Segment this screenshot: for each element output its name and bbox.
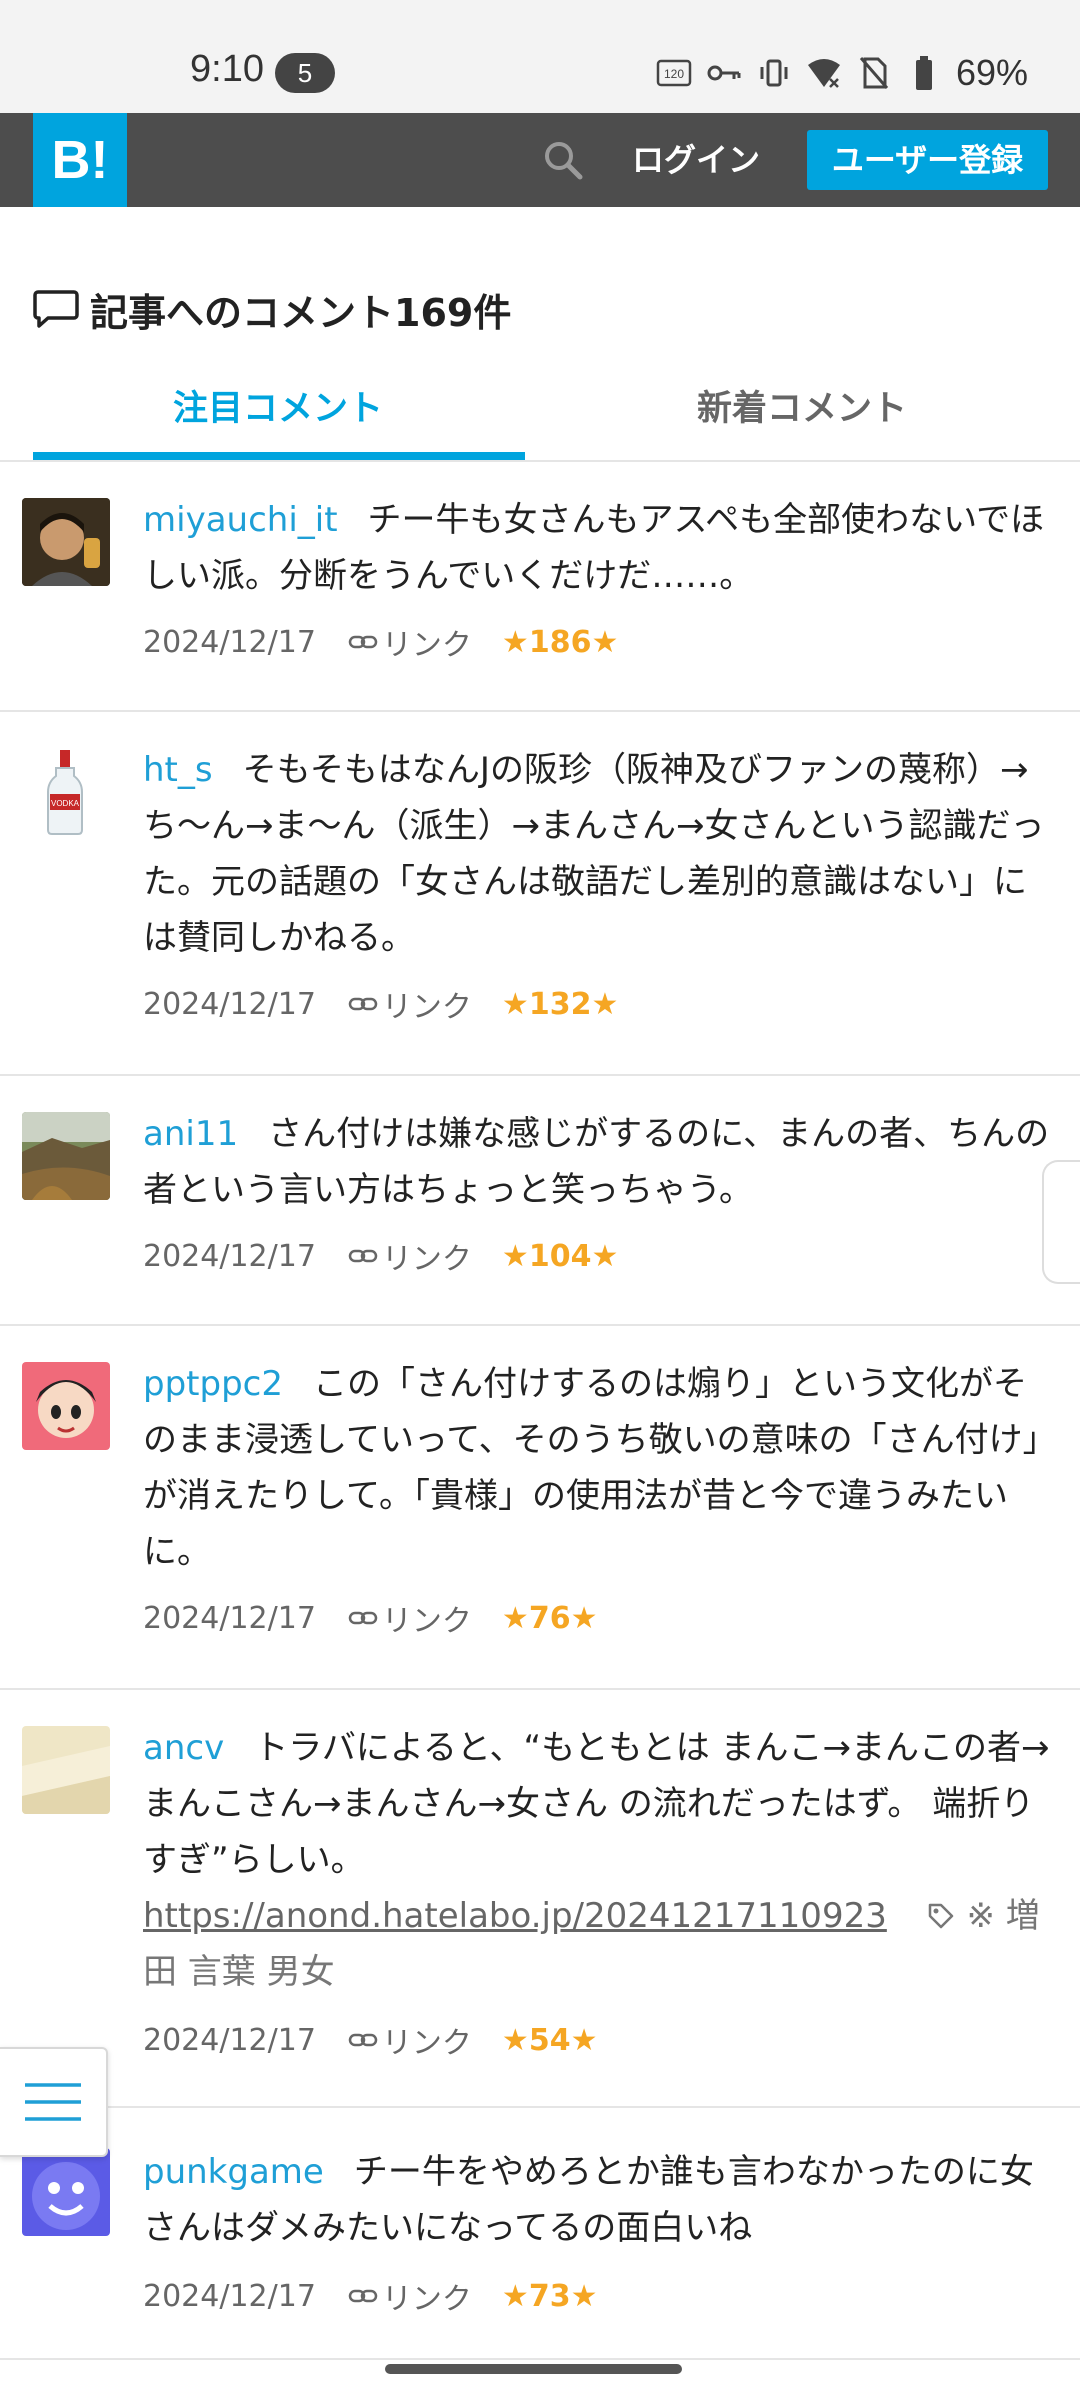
comment-username[interactable]: ht_s [143, 750, 213, 790]
comment-username[interactable]: miyauchi_it [143, 500, 338, 540]
120hz-icon: 120 [656, 55, 692, 91]
comment-text: ani11 さん付けは嫌な感じがするのに、まんの者、ちんの者という言い方はちょっと… [143, 1106, 1058, 1218]
tab-new-comments[interactable]: 新着コメント [697, 380, 907, 431]
avatar[interactable] [22, 1112, 110, 1200]
hamburger-icon [0, 2083, 106, 2159]
status-icons: 120 69% [656, 52, 1028, 94]
comment-item: pptppc2 この「さん付けするのは煽り」という文化がそのまま浸透していって、そ… [0, 1326, 1080, 1690]
comment-date[interactable]: 2024/12/17 [143, 1601, 316, 1636]
comment-date[interactable]: 2024/12/17 [143, 987, 316, 1022]
hamburger-menu-button[interactable] [0, 2047, 108, 2157]
star-count[interactable]: ★73★ [502, 2279, 598, 2314]
register-button[interactable]: ユーザー登録 [807, 130, 1048, 190]
comment-username[interactable]: ancv [143, 1728, 224, 1768]
hatena-bookmark-logo[interactable]: B! [33, 113, 127, 207]
comment-body: さん付けは嫌な感じがするのに、まんの者、ちんの者という言い方はちょっと笑っちゃう… [143, 1114, 1050, 1210]
link-label: リンク [381, 990, 472, 1025]
comment-text: miyauchi_it チー牛も女さんもアスペも全部使わないでほしい派。分断をうん… [143, 492, 1058, 604]
notification-count-badge: 5 [275, 53, 335, 93]
star-count[interactable]: ★54★ [502, 2023, 598, 2058]
comment-date[interactable]: 2024/12/17 [143, 1239, 316, 1274]
link-icon [348, 987, 378, 1022]
avatar[interactable] [22, 2148, 110, 2236]
comment-meta: 2024/12/17 リンク ★73★ [143, 2274, 597, 2318]
comment-text: ht_s そもそもはなんJの阪珍（阪神及びファンの蔑称）→ち〜ん→ま〜ん（派生）→… [143, 742, 1058, 966]
avatar[interactable] [22, 498, 110, 586]
star-count[interactable]: ★76★ [502, 1601, 598, 1636]
comment-permalink[interactable]: リンク [348, 2018, 472, 2062]
battery-icon [906, 55, 942, 91]
tab-featured-comments[interactable]: 注目コメント [173, 380, 383, 431]
avatar[interactable]: VODKA [22, 748, 110, 836]
svg-text:120: 120 [664, 67, 684, 81]
avatar[interactable] [22, 1362, 110, 1450]
link-label: リンク [381, 2026, 472, 2061]
comment-url[interactable]: https://anond.hatelabo.jp/20241217110923 [143, 1896, 887, 1936]
comment-permalink[interactable]: リンク [348, 1234, 472, 1278]
comment-text: punkgame チー牛をやめろとか誰も言わなかったのに女さんはダメみたいになって… [143, 2144, 1058, 2256]
link-label: リンク [381, 2282, 472, 2317]
comment-username[interactable]: punkgame [143, 2152, 324, 2192]
comment-body: トラバによると、“もともとは まんこ→まんこの者→まんこさん→まんさん→女さん … [143, 1728, 1050, 1880]
comment-item: miyauchi_it チー牛も女さんもアスペも全部使わないでほしい派。分断をうん… [0, 462, 1080, 712]
comment-meta: 2024/12/17 リンク ★54★ [143, 2018, 597, 2062]
comment-text: pptppc2 この「さん付けするのは煽り」という文化がそのまま浸透していって、そ… [143, 1356, 1058, 1580]
comment-permalink[interactable]: リンク [348, 620, 472, 664]
page-title: 記事へのコメント169件 [90, 291, 512, 335]
vibrate-icon [756, 55, 792, 91]
key-icon [706, 55, 742, 91]
star-count[interactable]: ★132★ [502, 987, 618, 1022]
svg-text:VODKA: VODKA [51, 799, 80, 808]
link-label: リンク [381, 1242, 472, 1277]
login-link[interactable]: ログイン [632, 135, 760, 181]
battery-percent: 69% [955, 52, 1028, 93]
status-bar: 9:10 5 120 69% [0, 0, 1080, 113]
comment-username[interactable]: pptppc2 [143, 1364, 283, 1404]
link-icon [348, 2023, 378, 2058]
edge-panel-handle[interactable] [1042, 1160, 1080, 1284]
active-tab-indicator [33, 452, 525, 460]
link-icon [348, 2279, 378, 2314]
star-count[interactable]: ★104★ [502, 1239, 618, 1274]
link-icon [348, 1601, 378, 1636]
comment-meta: 2024/12/17 リンク ★186★ [143, 620, 618, 664]
tag-icon [926, 1896, 956, 1936]
comment-meta: 2024/12/17 リンク ★132★ [143, 982, 618, 1026]
link-icon [348, 1239, 378, 1274]
comment-item: ancv トラバによると、“もともとは まんこ→まんこの者→まんこさん→まんさん→… [0, 1690, 1080, 2108]
comment-tabs: 注目コメント 新着コメント [0, 360, 1080, 462]
comment-permalink[interactable]: リンク [348, 2274, 472, 2318]
comment-item: ani11 さん付けは嫌な感じがするのに、まんの者、ちんの者という言い方はちょっと… [0, 1076, 1080, 1326]
link-icon [348, 625, 378, 660]
comment-meta: 2024/12/17 リンク ★104★ [143, 1234, 618, 1278]
search-icon[interactable] [540, 137, 586, 183]
comment-permalink[interactable]: リンク [348, 1596, 472, 1640]
comment-item: punkgame チー牛をやめろとか誰も言わなかったのに女さんはダメみたいになって… [0, 2108, 1080, 2360]
comment-date[interactable]: 2024/12/17 [143, 2279, 316, 2314]
comment-body: そもそもはなんJの阪珍（阪神及びファンの蔑称）→ち〜ん→ま〜ん（派生）→まんさん… [143, 750, 1045, 958]
comment-bubble-icon [32, 286, 80, 334]
comment-item: VODKA ht_s そもそもはなんJの阪珍（阪神及びファンの蔑称）→ち〜ん→ま〜… [0, 712, 1080, 1076]
wifi-icon [806, 55, 842, 91]
link-label: リンク [381, 1604, 472, 1639]
no-sim-icon [856, 55, 892, 91]
comment-text: ancv トラバによると、“もともとは まんこ→まんこの者→まんこさん→まんさん→… [143, 1720, 1058, 2000]
avatar[interactable] [22, 1726, 110, 1814]
comment-permalink[interactable]: リンク [348, 982, 472, 1026]
top-header: B! ログイン ユーザー登録 [0, 113, 1080, 207]
comments-section-title: 記事へのコメント169件 [32, 282, 511, 337]
comment-date[interactable]: 2024/12/17 [143, 2023, 316, 2058]
status-time: 9:10 [190, 48, 264, 90]
comment-date[interactable]: 2024/12/17 [143, 625, 316, 660]
comment-username[interactable]: ani11 [143, 1114, 238, 1154]
comment-meta: 2024/12/17 リンク ★76★ [143, 1596, 597, 1640]
home-indicator[interactable] [385, 2364, 682, 2374]
link-label: リンク [381, 628, 472, 663]
star-count[interactable]: ★186★ [502, 625, 618, 660]
